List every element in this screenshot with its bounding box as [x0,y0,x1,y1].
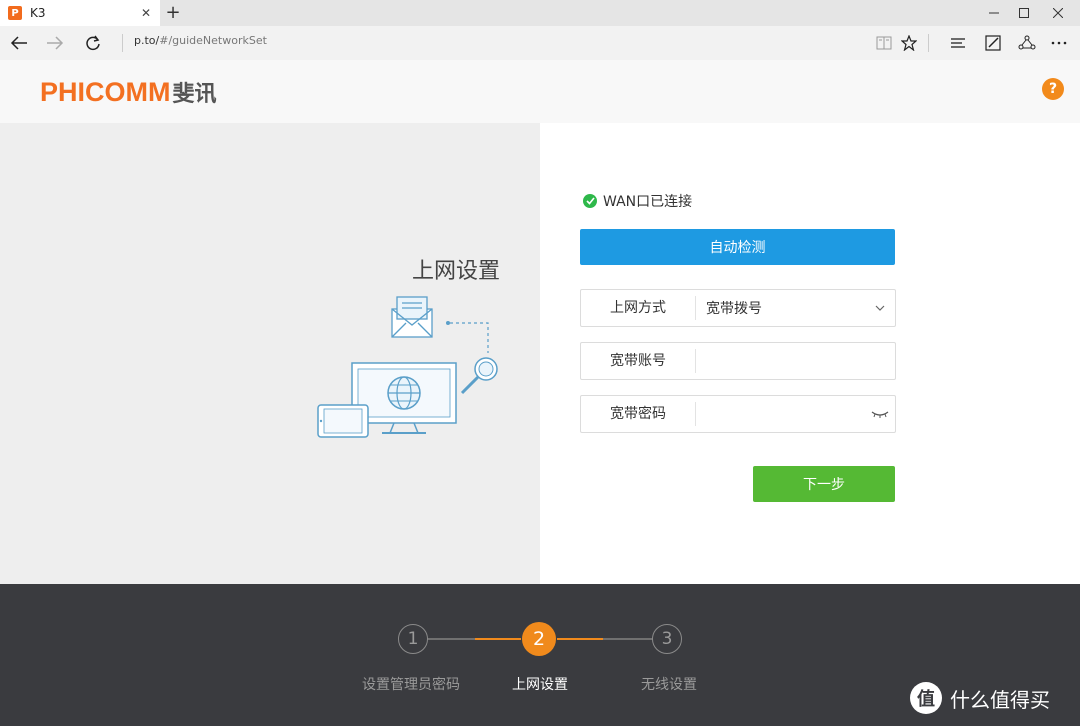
step-connector-active [475,638,521,640]
page-header: PHICOMM 斐讯 ? [0,60,1080,123]
watermark-logo-icon: 值 [910,682,942,714]
step-2-circle: 2 [522,622,556,656]
step-3-label: 无线设置 [641,677,697,693]
tab-title: K3 [30,6,46,20]
close-window-icon[interactable] [1044,0,1072,26]
maximize-icon[interactable] [1010,0,1038,26]
forward-arrow-icon[interactable] [42,30,68,56]
eye-closed-icon[interactable] [865,410,895,418]
browser-toolbar: p.to/#/guideNetworkSet [0,26,1080,60]
address-path: #/guideNetworkSet [159,34,267,47]
password-field[interactable]: 宽带密码 [580,395,896,433]
reading-view-icon[interactable] [871,30,897,56]
tab-close-icon[interactable]: ✕ [138,6,154,20]
step-footer: 1 2 3 设置管理员密码 上网设置 无线设置 值 什么值得买 [0,584,1080,726]
new-tab-button[interactable]: + [163,2,183,24]
more-icon[interactable] [1046,30,1072,56]
phicomm-logo: PHICOMM 斐讯 [40,76,217,108]
logo-en: PHICOMM [40,77,171,107]
favicon-icon: P [8,6,22,20]
next-step-button[interactable]: 下一步 [753,466,895,502]
auto-detect-button[interactable]: 自动检测 [580,229,895,265]
right-panel: WAN口已连接 自动检测 上网方式 宽带拨号 宽带账号 宽带密码 下一步 [540,123,1080,584]
share-icon[interactable] [1014,30,1040,56]
watermark: 值 什么值得买 [910,682,1050,714]
browser-tab-bar: P K3 ✕ + [0,0,1080,26]
connection-type-select[interactable]: 上网方式 宽带拨号 [580,289,896,327]
help-button[interactable]: ? [1042,78,1064,100]
watermark-text: 什么值得买 [950,687,1050,712]
step-1-circle: 1 [398,624,428,654]
toolbar-divider [928,34,929,52]
favorite-star-icon[interactable] [896,30,922,56]
address-divider [122,34,123,52]
connection-type-value: 宽带拨号 [706,301,762,317]
step-connector-active [557,638,603,640]
web-note-icon[interactable] [980,30,1006,56]
step-connector [603,638,653,640]
chevron-down-icon[interactable] [865,305,895,311]
browser-tab[interactable]: P K3 ✕ [0,0,160,26]
page-title: 上网设置 [411,259,500,284]
account-label: 宽带账号 [581,349,696,373]
network-illustration-icon [310,291,510,445]
hub-icon[interactable] [945,30,971,56]
refresh-icon[interactable] [80,30,106,56]
logo-cn: 斐讯 [172,82,217,107]
password-label: 宽带密码 [581,402,696,426]
back-arrow-icon[interactable] [6,30,32,56]
account-field[interactable]: 宽带账号 [580,342,896,380]
wan-status-text: WAN口已连接 [603,194,693,210]
minimize-icon[interactable] [980,0,1008,26]
step-2-label: 上网设置 [512,677,568,693]
step-1-label: 设置管理员密码 [362,677,460,693]
address-host: p.to/ [134,34,160,47]
address-bar[interactable]: p.to/#/guideNetworkSet [134,34,267,47]
step-3-circle: 3 [652,624,682,654]
left-panel: 上网设置 [0,123,540,584]
step-connector [427,638,475,640]
connection-type-label: 上网方式 [581,296,696,320]
check-circle-icon [583,194,597,208]
wan-status: WAN口已连接 [583,191,692,211]
